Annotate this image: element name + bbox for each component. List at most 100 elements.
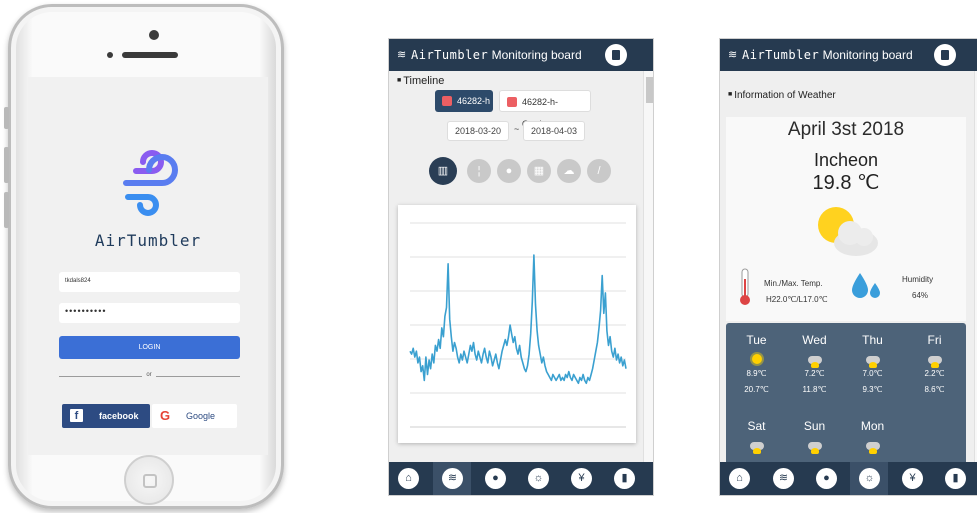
earpiece-speaker bbox=[122, 52, 178, 58]
forecast-day: Fri 2.2℃ 8.6℃ bbox=[912, 333, 957, 394]
proximity-sensor bbox=[107, 52, 113, 58]
day-temp-2: 9.3℃ bbox=[862, 385, 883, 394]
day-label: Mon bbox=[860, 419, 885, 433]
device-tag-indoor[interactable]: 46282-h bbox=[435, 90, 493, 112]
section-title: Information of Weather bbox=[728, 90, 836, 101]
cloud-icon bbox=[807, 356, 822, 368]
phone-frame: AirTumbler tkdals824 •••••••••• LOGIN or… bbox=[4, 4, 284, 509]
current-temp: 19.8 ℃ bbox=[812, 172, 880, 194]
voc-icon[interactable]: / bbox=[587, 159, 611, 183]
brand-name: AirTumbler bbox=[94, 231, 202, 250]
home-button[interactable] bbox=[124, 455, 174, 505]
humidity-icon[interactable]: ● bbox=[497, 159, 521, 183]
filter-icon[interactable]: ¥ bbox=[902, 468, 923, 489]
weekly-forecast: Tue 8.9℃ 20.7℃ Wed 7.2℃ 11.8℃ Thu 7.0℃ 9… bbox=[726, 323, 966, 465]
line-chart bbox=[409, 222, 627, 428]
day-temp-1: 7.2℃ bbox=[804, 369, 825, 378]
day-label: Thu bbox=[862, 333, 883, 347]
bottom-nav: ⌂ ≋ ● ☼ ¥ ▮ bbox=[720, 462, 977, 495]
app-title: AirTumbler Monitoring board bbox=[742, 48, 913, 62]
page-title: Monitoring board bbox=[491, 48, 582, 62]
forecast-day: Mon bbox=[850, 419, 895, 454]
section-title: Timeline bbox=[397, 75, 444, 87]
timeline-chart bbox=[398, 205, 636, 443]
day-label: Sun bbox=[803, 419, 826, 433]
facebook-login-button[interactable]: f facebook bbox=[62, 404, 150, 428]
day-label: Wed bbox=[802, 333, 827, 347]
forecast-day: Sun bbox=[792, 419, 837, 454]
app-name: AirTumbler bbox=[411, 48, 489, 62]
day-temp-2: 8.6℃ bbox=[924, 385, 945, 394]
facebook-label: facebook bbox=[99, 411, 139, 421]
humidity-value: 64% bbox=[912, 291, 929, 300]
series-color-swatch bbox=[507, 97, 517, 107]
or-label: or bbox=[142, 372, 156, 378]
monitoring-panel: ≋ AirTumbler Monitoring board Timeline 4… bbox=[388, 38, 654, 496]
forecast-day: Tue 8.9℃ 20.7℃ bbox=[734, 333, 779, 394]
weather-card: April 3st 2018 Incheon 19.8 ℃ Min./Max. … bbox=[726, 117, 966, 321]
scrollbar[interactable] bbox=[643, 71, 653, 462]
page-title: Monitoring board bbox=[822, 48, 913, 62]
day-temp-1: 2.2℃ bbox=[924, 369, 945, 378]
cloud-icon bbox=[807, 442, 822, 454]
login-button[interactable]: LOGIN bbox=[59, 336, 240, 359]
day-label: Sat bbox=[747, 419, 766, 433]
day-temp-2: 11.8℃ bbox=[802, 385, 827, 394]
minmax-label: Min./Max. Temp. bbox=[764, 279, 823, 288]
sun-icon bbox=[751, 354, 762, 364]
sun-icon[interactable]: ☼ bbox=[528, 468, 549, 489]
start-date-input[interactable]: 2018-03-20 bbox=[447, 121, 509, 141]
cloud-icon bbox=[749, 442, 764, 454]
wind-logo-icon: ≋ bbox=[397, 49, 407, 61]
scroll-thumb[interactable] bbox=[646, 77, 653, 103]
cloud-icon bbox=[865, 442, 880, 454]
thermometer-icon[interactable]: ¦ bbox=[467, 159, 491, 183]
volume-up-button bbox=[4, 147, 9, 183]
logout-icon[interactable] bbox=[605, 44, 627, 66]
home-icon[interactable]: ⌂ bbox=[729, 468, 750, 489]
humidity-label: Humidity bbox=[902, 275, 934, 284]
forecast-day: Thu 7.0℃ 9.3℃ bbox=[850, 333, 895, 394]
series-color-swatch bbox=[442, 96, 452, 106]
day-temp-2: 20.7℃ bbox=[744, 385, 769, 394]
weather-panel: ≋ AirTumbler Monitoring board Informatio… bbox=[719, 38, 977, 496]
airtumbler-logo-icon bbox=[123, 150, 178, 216]
forecast-day: Wed 7.2℃ 11.8℃ bbox=[792, 333, 837, 394]
date-separator: ~ bbox=[514, 124, 520, 134]
google-login-button[interactable]: G Google bbox=[152, 404, 237, 428]
door-icon[interactable]: ▮ bbox=[614, 468, 635, 489]
mute-switch bbox=[4, 107, 9, 129]
logout-icon[interactable] bbox=[934, 44, 956, 66]
chart-icon[interactable]: ▥ bbox=[429, 157, 457, 185]
dust-icon[interactable]: ▦ bbox=[527, 159, 551, 183]
day-temp-1: 8.9℃ bbox=[746, 369, 767, 378]
top-bar: ≋ AirTumbler Monitoring board bbox=[389, 39, 653, 71]
home-square-icon bbox=[143, 474, 157, 488]
day-label: Fri bbox=[927, 333, 942, 347]
wind-logo-icon: ≋ bbox=[728, 49, 738, 61]
password-input[interactable]: •••••••••• bbox=[59, 303, 240, 323]
device-tag-outdoor[interactable]: 46282-h-Outdoor bbox=[499, 90, 591, 129]
app-name: AirTumbler bbox=[742, 48, 820, 62]
google-label: Google bbox=[186, 411, 216, 421]
end-date-input[interactable]: 2018-04-03 bbox=[523, 121, 585, 141]
filter-icon[interactable]: ¥ bbox=[571, 468, 592, 489]
volume-down-button bbox=[4, 192, 9, 228]
bottom-nav: ⌂ ≋ ● ☼ ¥ ▮ bbox=[389, 462, 653, 495]
home-icon[interactable]: ⌂ bbox=[398, 468, 419, 489]
fan-icon[interactable]: ≋ bbox=[442, 468, 463, 489]
fan-icon[interactable]: ≋ bbox=[773, 468, 794, 489]
partly-cloudy-icon bbox=[818, 207, 878, 256]
location-icon[interactable]: ● bbox=[485, 468, 506, 489]
door-icon[interactable]: ▮ bbox=[945, 468, 966, 489]
day-temp-1: 7.0℃ bbox=[862, 369, 883, 378]
location-icon[interactable]: ● bbox=[816, 468, 837, 489]
tag-label: 46282-h bbox=[457, 96, 491, 106]
co2-icon[interactable]: ☁ bbox=[557, 159, 581, 183]
facebook-icon: f bbox=[70, 409, 83, 422]
sun-icon[interactable]: ☼ bbox=[859, 468, 880, 489]
username-input[interactable]: tkdals824 bbox=[59, 272, 240, 292]
front-camera bbox=[149, 30, 159, 40]
minmax-value: H22.0℃/L17.0℃ bbox=[766, 295, 828, 304]
day-label: Tue bbox=[746, 333, 767, 347]
